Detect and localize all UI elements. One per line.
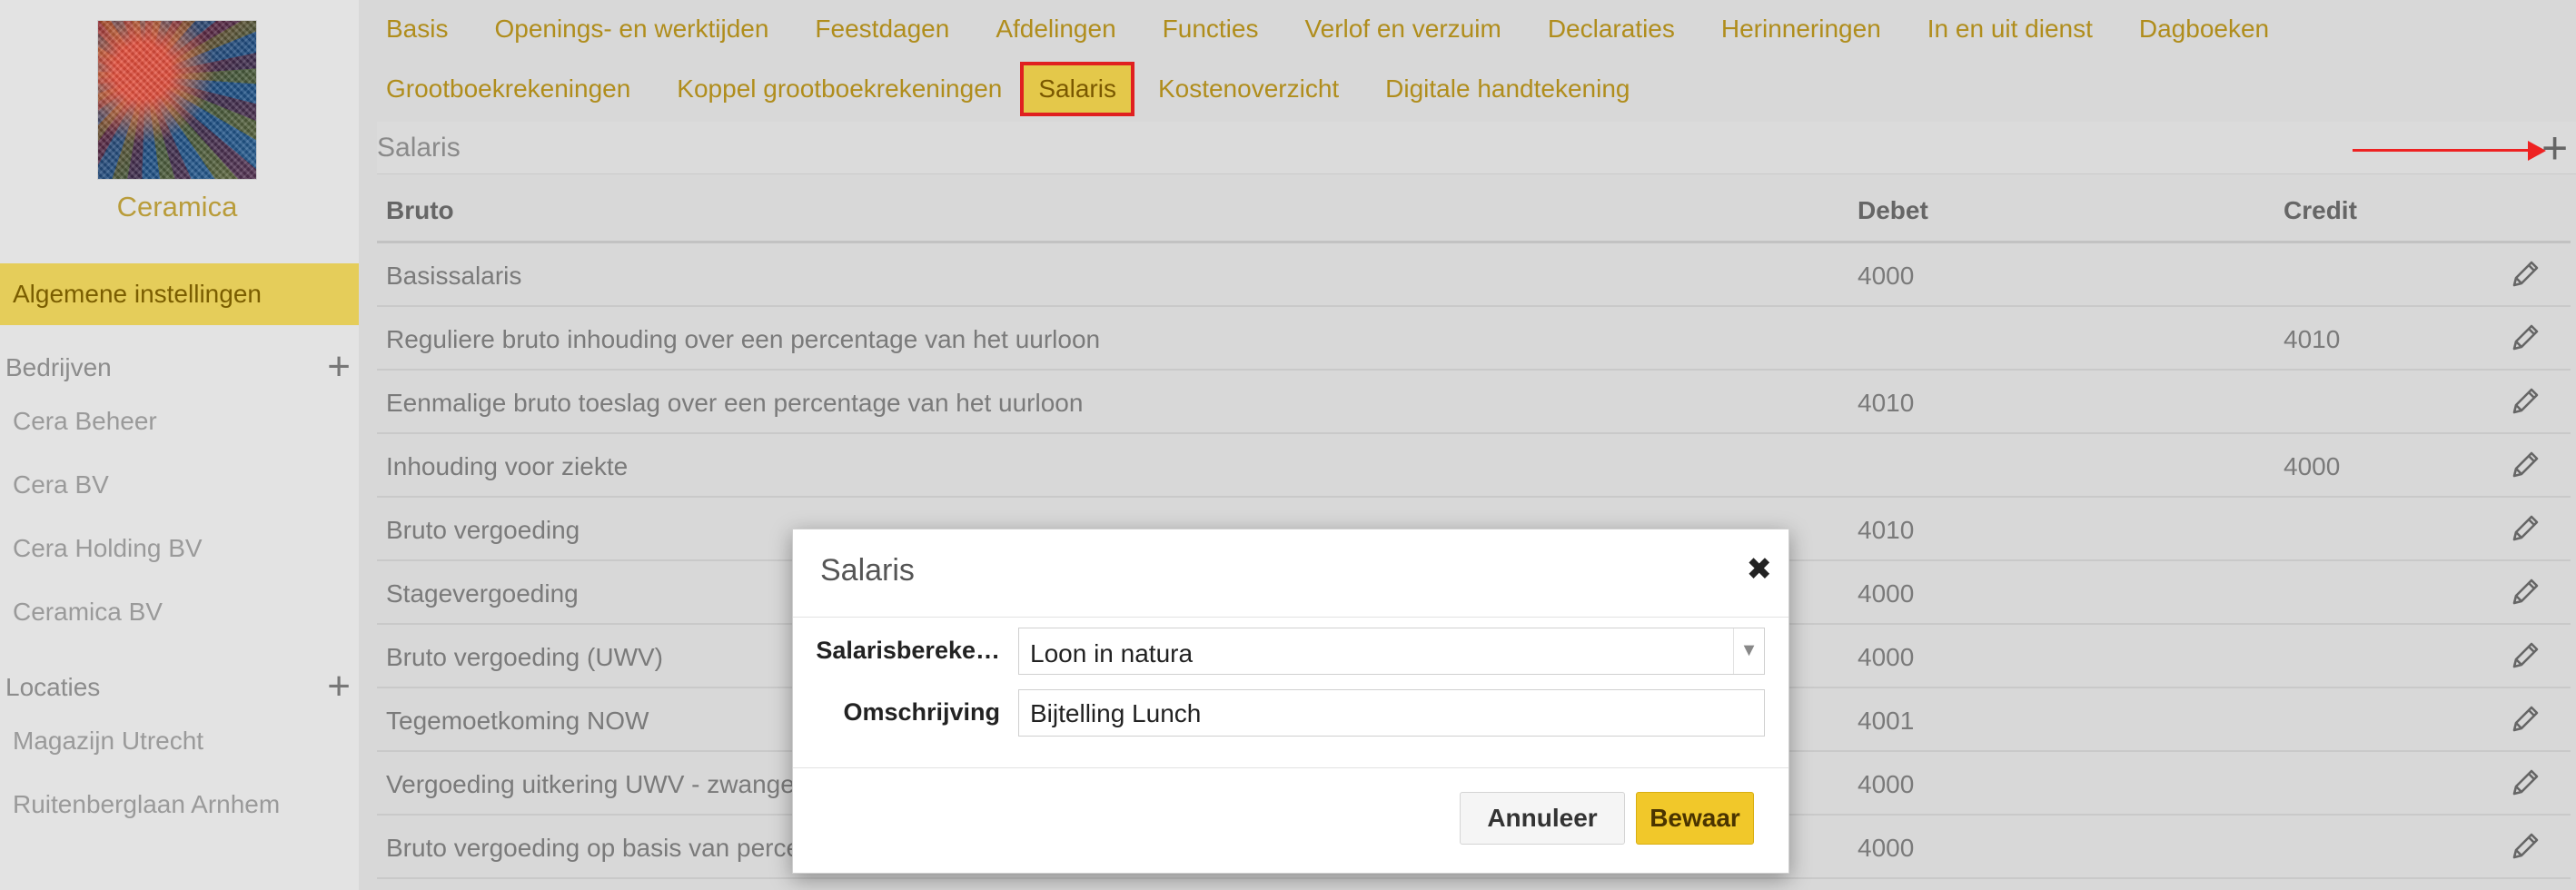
salary-calculation-select[interactable]: Loon in natura ▼ <box>1018 628 1765 675</box>
sidebar-item-general-settings[interactable]: Algemene instellingen <box>0 263 359 325</box>
table-row: Eenmalige bruto toeslag over een percent… <box>377 371 2571 434</box>
pencil-icon[interactable] <box>2507 320 2543 356</box>
tab-salary[interactable]: Salaris <box>1020 62 1134 116</box>
company-name: Ceramica <box>116 191 238 222</box>
cell-bruto: Stagevergoeding <box>386 579 579 608</box>
cell-debet: 4010 <box>1858 389 1915 417</box>
cell-bruto: Basissalaris <box>386 262 522 290</box>
column-header-debet: Debet <box>1858 196 1928 224</box>
panel-header: Salaris + <box>377 122 2576 174</box>
cell-debet: 4000 <box>1858 770 1915 798</box>
sidebar-section-companies: Bedrijven + <box>5 347 351 388</box>
chevron-down-icon[interactable]: ▼ <box>1733 628 1764 674</box>
sidebar-item-company[interactable]: Cera Beheer <box>13 403 157 440</box>
cell-bruto: Bruto vergoeding (UWV) <box>386 643 664 671</box>
pencil-icon[interactable] <box>2507 701 2543 737</box>
column-header-bruto: Bruto <box>386 196 454 224</box>
pencil-icon[interactable] <box>2507 447 2543 483</box>
divider <box>793 617 1788 618</box>
plus-icon[interactable]: + <box>2541 122 2568 174</box>
annotation-arrow <box>2353 149 2530 152</box>
tab-journals[interactable]: Dagboeken <box>2139 15 2269 44</box>
pencil-icon[interactable] <box>2507 383 2543 420</box>
cell-bruto: Reguliere bruto inhouding over een perce… <box>386 325 1101 353</box>
tab-opening-hours[interactable]: Openings- en werktijden <box>494 15 768 44</box>
pencil-icon[interactable] <box>2507 828 2543 865</box>
panel-title: Salaris <box>377 133 461 163</box>
cell-credit: 4010 <box>2284 325 2341 353</box>
sidebar-item-company[interactable]: Cera Holding BV <box>13 530 203 567</box>
pencil-icon[interactable] <box>2507 256 2543 292</box>
cell-debet: 4000 <box>1858 643 1915 671</box>
table-row: Basissalaris 4000 <box>377 243 2571 307</box>
sidebar-item-location[interactable]: Magazijn Utrecht <box>13 723 203 759</box>
modal-title: Salaris <box>820 553 915 588</box>
tab-expenses[interactable]: Declaraties <box>1548 15 1675 44</box>
tab-cost-overview[interactable]: Kostenoverzicht <box>1158 74 1339 104</box>
close-icon[interactable]: ✖ <box>1747 551 1773 588</box>
cell-bruto: Bruto vergoeding <box>386 516 580 544</box>
sidebar-item-location[interactable]: Ruitenberglaan Arnhem <box>13 786 280 823</box>
tab-in-out-service[interactable]: In en uit dienst <box>1927 15 2093 44</box>
tab-digital-signature[interactable]: Digitale handtekening <box>1385 74 1630 104</box>
section-title: Locaties <box>5 673 101 701</box>
pencil-icon[interactable] <box>2507 574 2543 610</box>
add-company-icon[interactable]: + <box>327 347 351 387</box>
pencil-icon[interactable] <box>2507 638 2543 674</box>
company-logo <box>97 20 257 180</box>
tab-basis[interactable]: Basis <box>386 15 448 44</box>
cell-bruto: Eenmalige bruto toeslag over een percent… <box>386 389 1084 417</box>
tab-departments[interactable]: Afdelingen <box>996 15 1115 44</box>
salary-modal: Salaris ✖ Salarisbereke… Loon in natura … <box>792 529 1789 874</box>
sidebar-item-company[interactable]: Cera BV <box>13 467 109 503</box>
cell-debet: 4001 <box>1858 707 1915 735</box>
table-row: Reguliere bruto inhouding over een perce… <box>377 307 2571 371</box>
save-button[interactable]: Bewaar <box>1636 792 1754 845</box>
cell-debet: 4000 <box>1858 834 1915 862</box>
tab-holidays[interactable]: Feestdagen <box>815 15 949 44</box>
tab-link-ledger-accounts[interactable]: Koppel grootboekrekeningen <box>677 74 1002 104</box>
tab-leave[interactable]: Verlof en verzuim <box>1304 15 1501 44</box>
description-value: Bijtelling Lunch <box>1030 699 1202 727</box>
tab-ledger-accounts[interactable]: Grootboekrekeningen <box>386 74 630 104</box>
description-input[interactable]: Bijtelling Lunch <box>1018 689 1765 737</box>
sidebar-item-company[interactable]: Ceramica BV <box>13 594 163 630</box>
tab-reminders[interactable]: Herinneringen <box>1721 15 1881 44</box>
pencil-icon[interactable] <box>2507 510 2543 547</box>
cell-debet: 4000 <box>1858 579 1915 608</box>
salary-calculation-value: Loon in natura <box>1030 639 1194 668</box>
table-row: Inhouding voor ziekte 4000 <box>377 434 2571 498</box>
table-header: Bruto Debet Credit <box>377 180 2571 243</box>
tab-functions[interactable]: Functies <box>1163 15 1259 44</box>
salary-calculation-label: Salarisbereke… <box>816 637 1000 664</box>
divider <box>793 767 1788 768</box>
cell-debet: 4000 <box>1858 262 1915 290</box>
cell-bruto: Tegemoetkoming NOW <box>386 707 649 735</box>
column-header-credit: Credit <box>2284 196 2357 224</box>
cell-bruto: Inhouding voor ziekte <box>386 452 629 480</box>
sidebar-section-locations: Locaties + <box>5 667 351 707</box>
nav-row-2: Grootboekrekeningen Koppel grootboekreke… <box>359 58 2576 120</box>
description-label: Omschrijving <box>843 698 1000 726</box>
cancel-button[interactable]: Annuleer <box>1460 792 1625 845</box>
pencil-icon[interactable] <box>2507 765 2543 801</box>
nav-row-1: Basis Openings- en werktijden Feestdagen… <box>359 0 2576 58</box>
cell-credit: 4000 <box>2284 452 2341 480</box>
add-location-icon[interactable]: + <box>327 667 351 707</box>
sidebar: Ceramica Algemene instellingen Bedrijven… <box>0 0 359 890</box>
main-content: Basis Openings- en werktijden Feestdagen… <box>359 0 2576 890</box>
section-title: Bedrijven <box>5 353 112 381</box>
cell-debet: 4010 <box>1858 516 1915 544</box>
